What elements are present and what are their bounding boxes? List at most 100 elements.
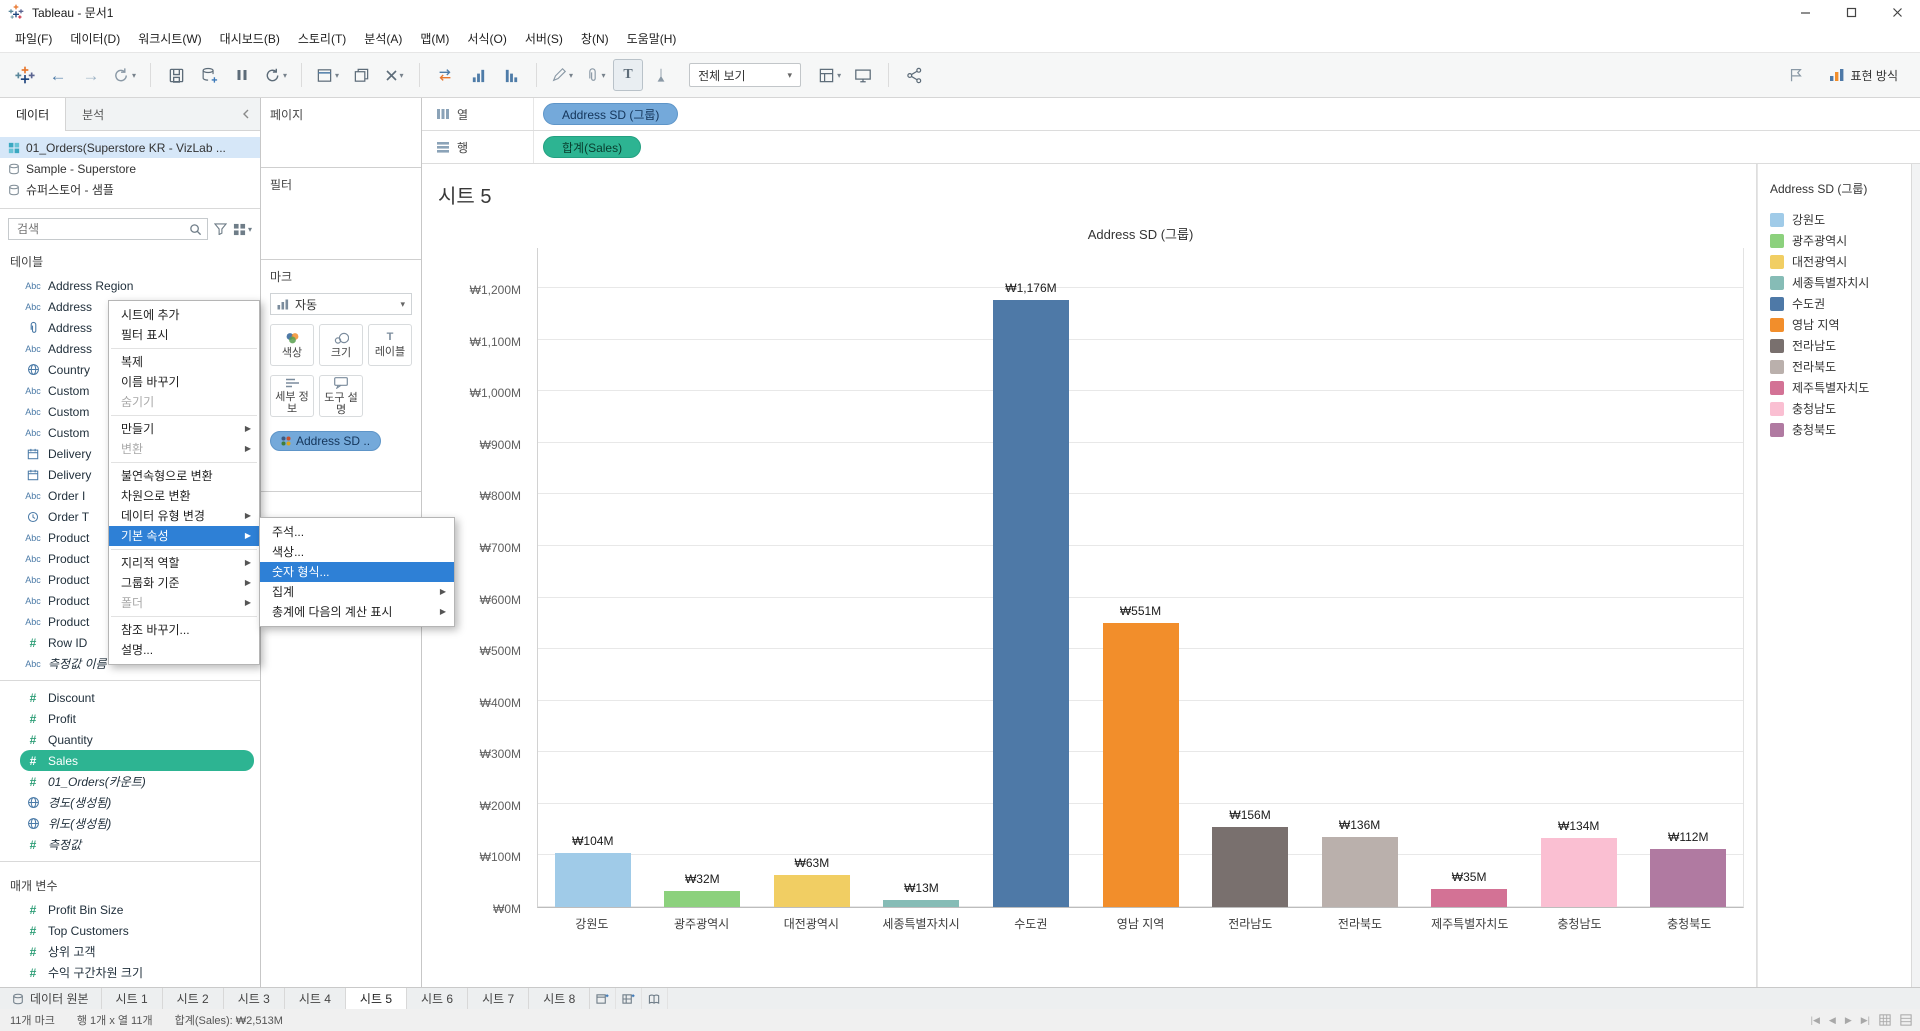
legend-item[interactable]: 전라남도 (1770, 335, 1903, 356)
prev-page-icon[interactable]: ◀ (1829, 1015, 1836, 1026)
label-button[interactable]: T 레이블 (368, 324, 412, 366)
presentation-mode-button[interactable] (848, 59, 878, 91)
context-menu-item[interactable]: 색상... (260, 542, 454, 562)
minimize-button[interactable] (1782, 0, 1828, 24)
sort-descending-button[interactable] (496, 59, 526, 91)
context-menu-item[interactable]: 지리적 역할 ▶ (109, 553, 259, 573)
legend-item[interactable]: 광주광역시 (1770, 230, 1903, 251)
sheet-tab[interactable]: 시트 6 (407, 988, 469, 1009)
replay-button[interactable]: ▾ (109, 59, 140, 91)
context-menu-item[interactable]: 만들기 ▶ (109, 419, 259, 439)
context-menu-item[interactable]: 필터 표시 (109, 325, 259, 345)
mark-type-dropdown[interactable]: 자동 ▾ (270, 293, 412, 315)
duplicate-button[interactable] (346, 59, 376, 91)
bar[interactable] (1212, 826, 1289, 907)
undo-button[interactable]: ← (43, 59, 73, 91)
menubar-item[interactable]: 맵(M) (411, 24, 458, 53)
sheet-tab[interactable]: 시트 1 (101, 988, 163, 1009)
parameter-field[interactable]: # 상위 고객 (0, 941, 260, 962)
grid-view-icon[interactable] (1879, 1014, 1891, 1026)
measure-field[interactable]: # Discount (0, 687, 260, 708)
bar[interactable] (554, 853, 631, 907)
bar[interactable] (1321, 836, 1398, 907)
legend-item[interactable]: 대전광역시 (1770, 251, 1903, 272)
legend-item[interactable]: 충청북도 (1770, 419, 1903, 440)
columns-pill[interactable]: Address SD (그룹) (543, 103, 679, 125)
search-input[interactable] (17, 222, 189, 236)
menubar-item[interactable]: 대시보드(B) (211, 24, 289, 53)
bar[interactable] (664, 890, 741, 907)
measure-field[interactable]: # Sales (20, 750, 254, 771)
legend-item[interactable]: 전라북도 (1770, 356, 1903, 377)
clear-sheet-button[interactable]: ▾ (379, 59, 409, 91)
parameter-field[interactable]: # Profit Bin Size (0, 899, 260, 920)
measure-field[interactable]: # Quantity (0, 729, 260, 750)
menubar-item[interactable]: 창(N) (572, 24, 618, 53)
bar[interactable] (992, 300, 1069, 907)
last-page-icon[interactable]: ▶| (1861, 1015, 1870, 1026)
menubar-item[interactable]: 서식(O) (458, 24, 515, 53)
group-members-button[interactable]: ▾ (580, 59, 610, 91)
legend-item[interactable]: 세종특별자치시 (1770, 272, 1903, 293)
measure-field[interactable]: 경도(생성됨) (0, 792, 260, 813)
legend-item[interactable]: 수도권 (1770, 293, 1903, 314)
legend-item[interactable]: 영남 지역 (1770, 314, 1903, 335)
marks-pill-address-sd[interactable]: Address SD .. (270, 431, 382, 451)
context-menu-item[interactable]: 집계 ▶ (260, 582, 454, 602)
context-menu-item[interactable]: 변환 ▶ (109, 439, 259, 459)
context-menu-item[interactable]: 데이터 유형 변경 ▶ (109, 506, 259, 526)
datasource-item[interactable]: 슈퍼스토어 - 샘플 (0, 179, 260, 200)
bar[interactable] (1540, 837, 1617, 907)
measure-field[interactable]: # 측정값 (0, 834, 260, 855)
bar[interactable] (1102, 622, 1179, 907)
table-view-icon[interactable] (1900, 1014, 1912, 1026)
new-worksheet-tab-button[interactable] (590, 988, 617, 1009)
menubar-item[interactable]: 파일(F) (6, 24, 61, 53)
rows-pill[interactable]: 합계(Sales) (543, 136, 642, 158)
context-menu-item[interactable]: 이름 바꾸기 (109, 372, 259, 392)
sheet-tab[interactable]: 시트 3 (223, 988, 285, 1009)
redo-button[interactable]: → (76, 59, 106, 91)
datasource-item[interactable]: Sample - Superstore (0, 158, 260, 179)
sheet-tab[interactable]: 시트 2 (162, 988, 224, 1009)
next-page-icon[interactable]: ▶ (1845, 1015, 1852, 1026)
bar[interactable] (1650, 849, 1727, 907)
bar[interactable] (773, 874, 850, 907)
context-menu-item[interactable]: 복제 (109, 352, 259, 372)
show-mark-labels-button[interactable]: T (613, 59, 644, 91)
menubar-item[interactable]: 워크시트(W) (129, 24, 210, 53)
new-worksheet-button[interactable]: ▾ (312, 59, 343, 91)
sort-ascending-button[interactable] (463, 59, 493, 91)
sheet-tab[interactable]: 시트 8 (529, 988, 591, 1009)
context-menu-item[interactable]: 숫자 형식... (260, 562, 454, 582)
bar[interactable] (883, 900, 960, 907)
bar[interactable] (1431, 888, 1508, 907)
parameter-field[interactable]: # Top Customers (0, 920, 260, 941)
share-button[interactable] (899, 59, 929, 91)
view-options-icon[interactable]: ▾ (233, 223, 252, 236)
show-hide-cards-button[interactable]: ▾ (814, 59, 845, 91)
menubar-item[interactable]: 데이터(D) (61, 24, 129, 53)
parameter-field[interactable]: # 수익 구간차원 크기 (0, 962, 260, 983)
detail-button[interactable]: 세부 정보 (270, 375, 314, 417)
columns-shelf[interactable]: 열 Address SD (그룹) (422, 98, 1920, 131)
context-menu-item[interactable]: 불연속형으로 변환 (109, 466, 259, 486)
tab-analytics[interactable]: 분석 (66, 98, 120, 130)
datasource-item[interactable]: 01_Orders(Superstore KR - VizLab ... (0, 137, 260, 158)
dimension-field[interactable]: Abc Address Region (0, 275, 260, 296)
menubar-item[interactable]: 도움말(H) (618, 24, 686, 53)
new-dashboard-tab-button[interactable] (616, 988, 643, 1009)
fit-dropdown[interactable]: 전체 보기 ▾ (689, 63, 802, 87)
measure-field[interactable]: 위도(생성됨) (0, 813, 260, 834)
measure-field[interactable]: #01_Orders(카운트) (0, 771, 260, 792)
menubar-item[interactable]: 분석(A) (355, 24, 411, 53)
rows-shelf[interactable]: 행 합계(Sales) (422, 131, 1920, 164)
context-menu-item[interactable]: 총계에 다음의 계산 표시 ▶ (260, 602, 454, 622)
new-story-tab-button[interactable] (642, 988, 669, 1009)
context-menu-item[interactable]: 설명... (109, 640, 259, 660)
pause-updates-button[interactable] (227, 59, 257, 91)
refresh-button[interactable]: ▾ (260, 59, 291, 91)
datasource-tab[interactable]: 데이터 원본 (0, 988, 102, 1009)
close-button[interactable] (1874, 0, 1920, 24)
highlight-button[interactable]: ▾ (547, 59, 577, 91)
